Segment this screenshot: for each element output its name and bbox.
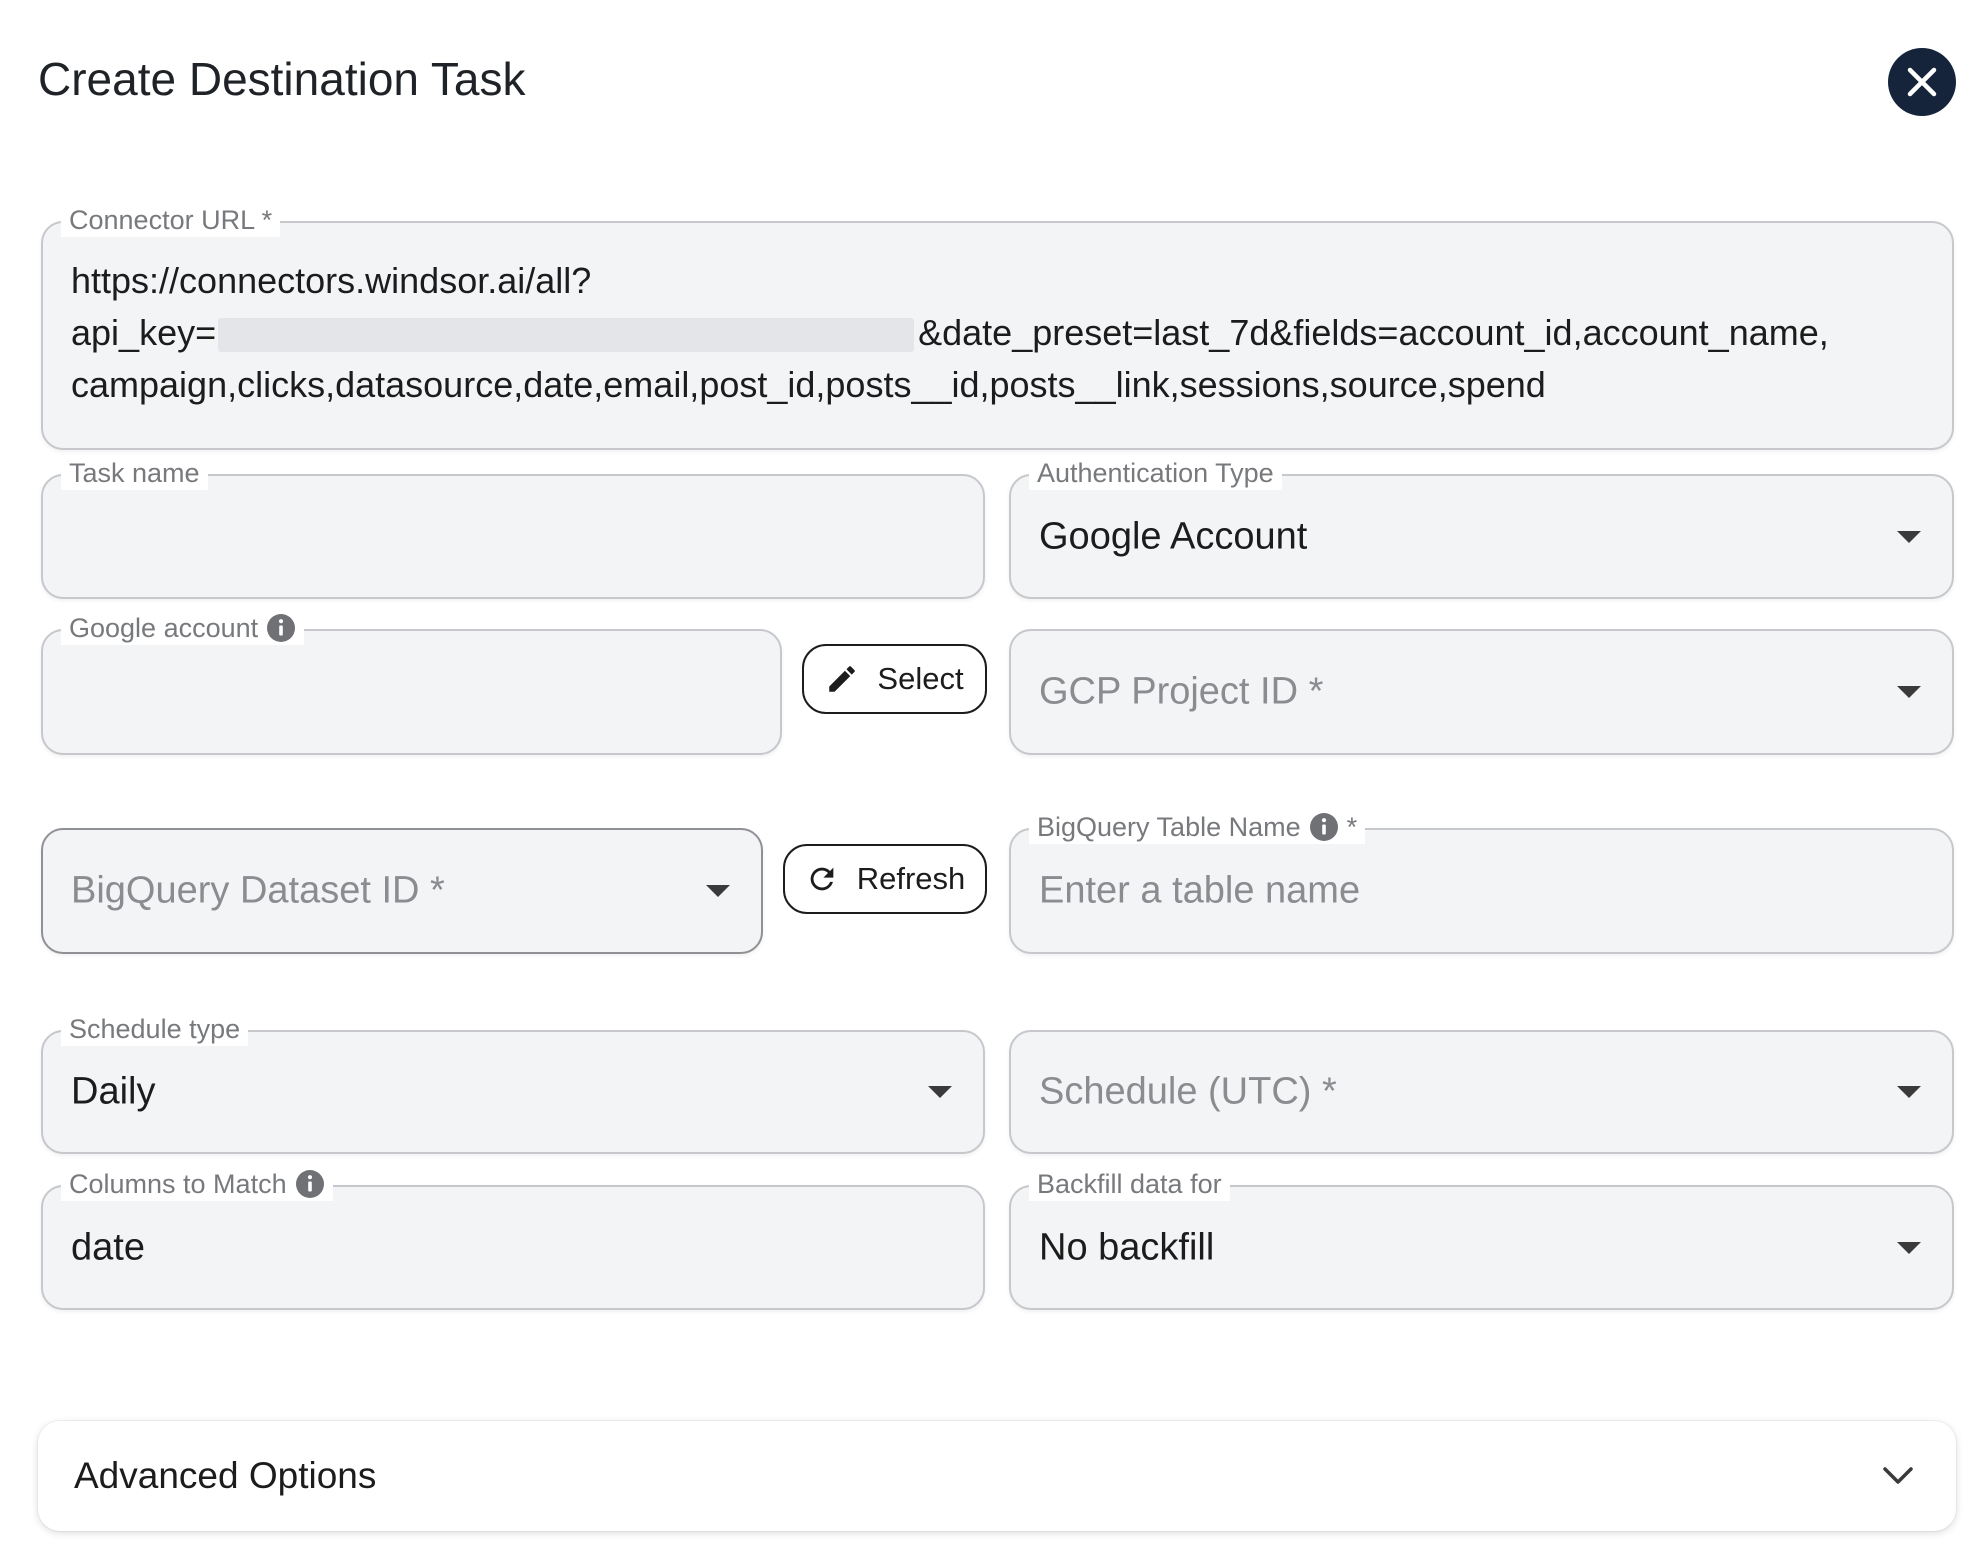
pencil-icon	[829, 666, 856, 692]
dialog-title: Create Destination Task	[38, 53, 526, 105]
bq-table-name-placeholder: Enter a table name	[1039, 869, 1361, 912]
schedule-type-select[interactable]: Schedule type Daily	[41, 1012, 985, 1154]
select-button-label: Select	[877, 661, 964, 696]
schedule-type-label: Schedule type	[61, 1012, 249, 1046]
caret-down-icon	[928, 1086, 952, 1098]
api-key-redaction	[218, 318, 915, 353]
auth-type-value: Google Account	[1039, 515, 1308, 557]
bq-table-name-input[interactable]: BigQuery Table Name * Enter a table name	[1009, 810, 1954, 954]
schedule-type-value: Daily	[71, 1070, 156, 1113]
caret-down-icon	[706, 885, 730, 897]
url-line-3: campaign,clicks,datasource,date,email,po…	[71, 364, 1546, 405]
chevron-down-icon	[1883, 1467, 1913, 1484]
backfill-label: Backfill data for	[1029, 1167, 1230, 1201]
gcp-project-placeholder: GCP Project ID *	[1039, 670, 1324, 713]
connector-url-value[interactable]: https://connectors.windsor.ai/all? api_k…	[71, 255, 1928, 411]
columns-to-match-label: Columns to Match	[61, 1167, 333, 1201]
caret-down-icon	[1897, 1086, 1921, 1098]
auth-type-label: Authentication Type	[1029, 456, 1282, 490]
caret-down-icon	[1897, 1241, 1921, 1254]
info-icon[interactable]	[266, 613, 296, 643]
select-button[interactable]: Select	[802, 644, 987, 714]
connector-url-field[interactable]: Connector URL * https://connectors.winds…	[41, 203, 1954, 450]
caret-down-icon	[1897, 686, 1921, 698]
refresh-button-label: Refresh	[856, 861, 966, 896]
schedule-utc-placeholder: Schedule (UTC) *	[1039, 1070, 1337, 1113]
google-account-input[interactable]: Google account	[41, 611, 782, 755]
close-icon	[1907, 67, 1937, 97]
schedule-utc-select[interactable]: Schedule (UTC) *	[1009, 1030, 1954, 1154]
url-line-2: api_key= &date_preset=last_7d&fields=acco…	[71, 312, 1829, 353]
google-account-label: Google account	[61, 611, 305, 645]
columns-to-match-input[interactable]: Columns to Match date	[41, 1167, 985, 1310]
bq-table-name-label: BigQuery Table Name *	[1029, 810, 1366, 844]
backfill-select[interactable]: Backfill data for No backfill	[1009, 1167, 1954, 1310]
required-mark: *	[1346, 812, 1358, 842]
info-icon[interactable]	[295, 1169, 325, 1199]
backfill-value: No backfill	[1039, 1226, 1215, 1268]
task-name-input[interactable]: Task name	[41, 456, 985, 599]
refresh-button[interactable]: Refresh	[783, 844, 987, 914]
close-button[interactable]	[1888, 48, 1956, 116]
refresh-icon	[810, 867, 834, 891]
info-icon[interactable]	[1309, 812, 1339, 842]
auth-type-select[interactable]: Authentication Type Google Account	[1009, 456, 1954, 599]
connector-url-label: Connector URL *	[61, 203, 281, 237]
bq-dataset-placeholder: BigQuery Dataset ID *	[71, 869, 445, 912]
columns-to-match-value: date	[71, 1226, 145, 1268]
caret-down-icon	[1897, 530, 1921, 543]
url-line-1: https://connectors.windsor.ai/all?	[71, 260, 592, 301]
gcp-project-select[interactable]: GCP Project ID *	[1009, 629, 1954, 755]
task-name-label: Task name	[61, 456, 208, 490]
bq-dataset-select[interactable]: BigQuery Dataset ID *	[41, 828, 763, 954]
advanced-options-accordion[interactable]: Advanced Options	[38, 1421, 1956, 1531]
advanced-options-label: Advanced Options	[74, 1455, 377, 1496]
